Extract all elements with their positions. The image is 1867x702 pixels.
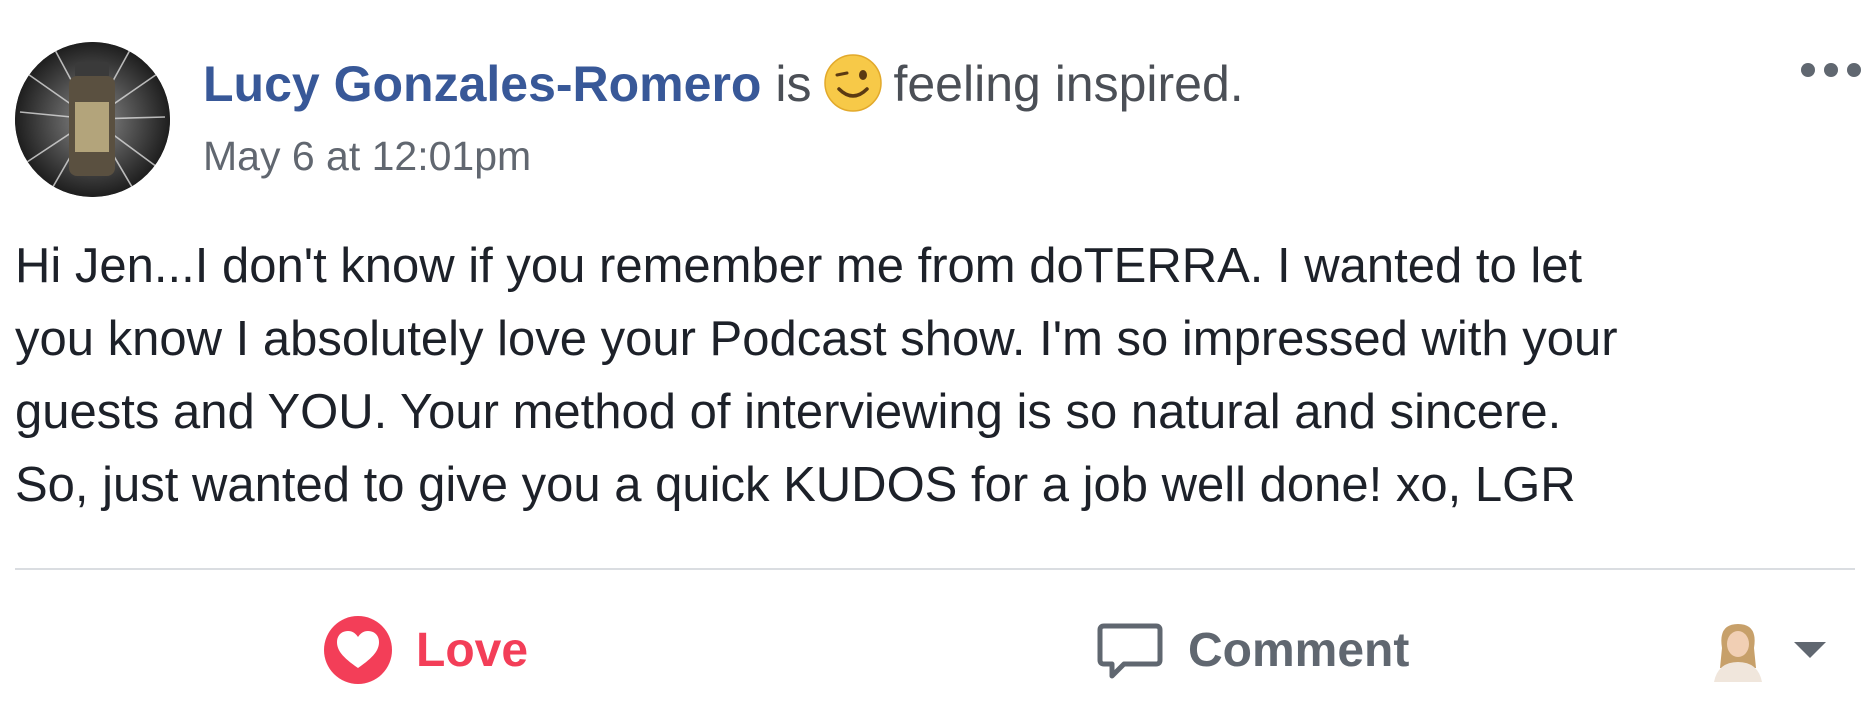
author-avatar[interactable] — [15, 42, 170, 197]
react-as-selector[interactable] — [1708, 618, 1828, 682]
love-button[interactable]: Love — [322, 608, 528, 692]
message-line: Hi Jen...I don't know if you remember me… — [15, 239, 1583, 293]
chevron-down-icon — [1792, 640, 1828, 660]
post-header: Lucy Gonzales-Romero is feeling inspired… — [203, 48, 1244, 120]
post-timestamp[interactable]: May 6 at 12:01pm — [203, 128, 531, 184]
comment-label: Comment — [1188, 623, 1410, 677]
message-line: you know I absolutely love your Podcast … — [15, 312, 1618, 366]
profile-avatar-icon — [1708, 618, 1768, 682]
post-message: Hi Jen...I don't know if you remember me… — [15, 230, 1865, 522]
heart-icon — [322, 614, 394, 686]
speech-bubble-icon — [1094, 614, 1166, 686]
activity-prefix: is — [775, 56, 812, 112]
more-options-icon[interactable] — [1798, 55, 1867, 85]
facebook-post: Lucy Gonzales-Romero is feeling inspired… — [0, 0, 1867, 702]
feeling-text: feeling inspired. — [893, 56, 1244, 112]
message-line: guests and YOU. Your method of interview… — [15, 385, 1562, 439]
comment-button[interactable]: Comment — [1094, 608, 1409, 692]
author-name-link[interactable]: Lucy Gonzales-Romero — [203, 56, 761, 112]
message-line: So, just wanted to give you a quick KUDO… — [15, 458, 1576, 512]
love-label: Love — [416, 623, 529, 677]
divider — [15, 568, 1855, 570]
winking-emoji-icon — [823, 53, 883, 113]
